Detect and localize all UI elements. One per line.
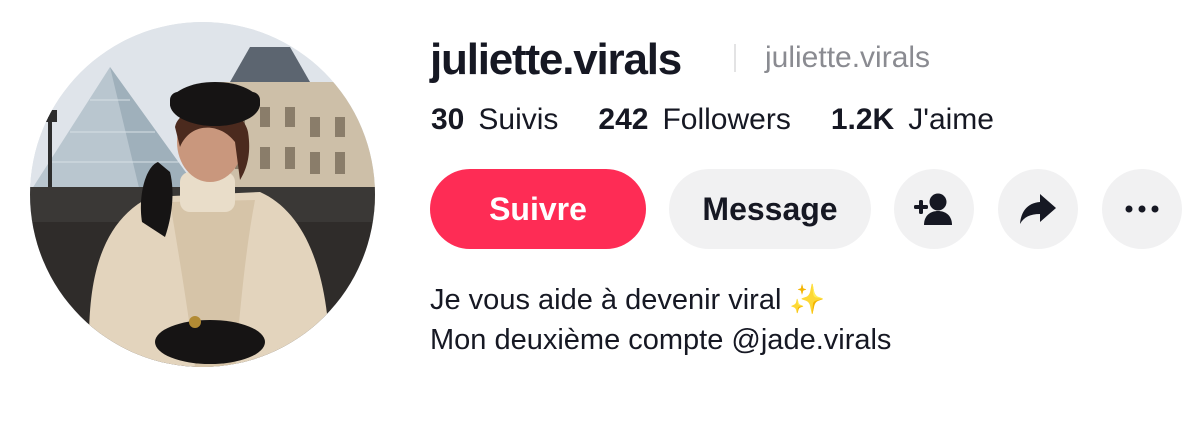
stat-followers-count: 242 bbox=[598, 103, 649, 136]
avatar-image bbox=[30, 22, 375, 367]
stat-followers[interactable]: 242 Followers bbox=[598, 103, 790, 137]
sparkles-icon: ✨ bbox=[789, 284, 826, 316]
stat-followers-label: Followers bbox=[662, 103, 791, 136]
bio: Je vous aide à devenir viral ✨ Mon deuxiè… bbox=[430, 280, 891, 360]
more-button[interactable] bbox=[1102, 169, 1182, 249]
profile-stats: 30 Suivis 242 Followers 1.2K J'aime bbox=[431, 100, 1034, 140]
stat-likes: 1.2K J'aime bbox=[831, 103, 994, 137]
follow-button[interactable]: Suivre bbox=[430, 169, 646, 249]
bio-line-2: Mon deuxième compte @jade.virals bbox=[430, 324, 892, 356]
share-icon bbox=[1020, 194, 1056, 224]
share-button[interactable] bbox=[998, 169, 1078, 249]
nickname: juliette.virals bbox=[765, 41, 931, 74]
name-divider bbox=[734, 44, 736, 72]
add-friend-button[interactable] bbox=[894, 169, 974, 249]
avatar[interactable] bbox=[30, 22, 375, 367]
stat-following-count: 30 bbox=[431, 103, 465, 136]
message-button[interactable]: Message bbox=[669, 169, 871, 249]
stat-likes-count: 1.2K bbox=[830, 103, 895, 136]
username: juliette.virals bbox=[430, 35, 682, 84]
add-user-icon bbox=[914, 193, 952, 225]
stat-following[interactable]: 30 Suivis bbox=[431, 103, 558, 137]
stat-likes-label: J'aime bbox=[908, 103, 994, 136]
profile-header: juliette.virals juliette.virals 30 Suivi… bbox=[0, 0, 1190, 426]
bio-line-1: Je vous aide à devenir viral ✨ bbox=[430, 280, 891, 320]
stat-following-label: Suivis bbox=[478, 103, 559, 136]
more-horizontal-icon bbox=[1125, 205, 1159, 213]
bio-line-1-text: Je vous aide à devenir viral bbox=[430, 284, 782, 316]
